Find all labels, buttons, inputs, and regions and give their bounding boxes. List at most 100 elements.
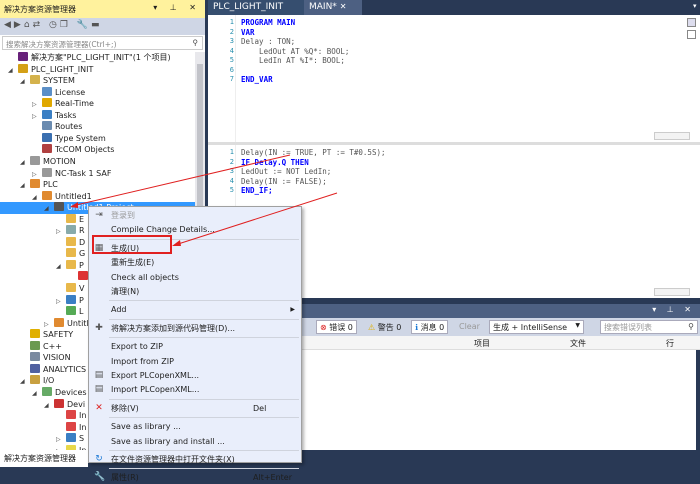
menu-item[interactable]: Import from ZIP <box>89 355 301 368</box>
panel-window-buttons[interactable]: ▾ ⊥ ✕ <box>652 305 695 314</box>
search-icon[interactable]: ⚲ <box>193 38 199 47</box>
tree-item[interactable]: ▷ Tasks <box>0 109 76 122</box>
forward-icon[interactable]: ▶ <box>14 20 24 30</box>
explorer-search-input[interactable]: 搜索解决方案资源管理器(Ctrl+;) ⚲ <box>2 36 203 50</box>
menu-item-label: 移除(V) <box>111 403 139 413</box>
code-line[interactable]: LedOut AT %Q*: BOOL; <box>241 47 349 56</box>
history-icon[interactable]: ◷ <box>49 20 60 30</box>
code-line[interactable]: END_IF; <box>241 186 273 195</box>
tree-item[interactable]: 解决方案"PLC_LIGHT_INIT"(1 个项目) <box>0 52 171 64</box>
tab-plc-light-init[interactable]: PLC_LIGHT_INIT <box>208 0 304 15</box>
menu-item[interactable]: 🔧 属性(R) Alt+Enter <box>89 471 301 484</box>
back-icon[interactable]: ◀ <box>4 20 14 30</box>
panel-window-buttons[interactable]: ▾ ⊥ ✕ <box>153 3 201 12</box>
errors-label: 错误 0 <box>329 323 353 332</box>
menu-item[interactable]: Check all objects <box>89 271 301 284</box>
tree-item[interactable]: ▷ R <box>0 225 85 237</box>
highlight-box <box>92 235 172 254</box>
code-line[interactable]: LedOut := NOT LedIn; <box>241 167 331 176</box>
menu-item[interactable]: ✚ 将解决方案添加到源代码管理(D)... <box>89 322 301 335</box>
menu-item[interactable]: ✕ 移除(V) Del <box>89 402 301 415</box>
search-placeholder: 搜索解决方案资源管理器(Ctrl+;) <box>6 40 117 49</box>
tree-item[interactable]: ▷ NC-Task 1 SAF <box>0 167 111 180</box>
code-line[interactable]: IF Delay.Q THEN <box>241 158 309 167</box>
tree-item[interactable]: ◢ I/O <box>0 375 54 387</box>
column-file[interactable]: 文件 <box>570 338 586 349</box>
tree-item[interactable]: C++ <box>0 340 62 353</box>
warnings-filter-button[interactable]: ⚠ 警告 0 <box>364 320 405 334</box>
preview-icon[interactable]: ▬ <box>91 20 103 30</box>
code-line[interactable]: END_VAR <box>241 75 273 84</box>
menu-item[interactable]: 清理(N) <box>89 285 301 298</box>
code-line[interactable]: Delay(IN := TRUE, PT := T#0.5S); <box>241 148 386 157</box>
tree-item[interactable]: TcCOM Objects <box>0 144 114 156</box>
column-line[interactable]: 行 <box>666 338 674 349</box>
error-search-input[interactable]: 搜索错误列表 ⚲ <box>600 320 698 334</box>
tab-main[interactable]: MAIN* ✕ <box>304 0 362 15</box>
tree-item[interactable]: V <box>0 283 84 295</box>
tree-item[interactable]: ▷ S <box>0 433 84 445</box>
tree-item[interactable]: ANALYTICS <box>0 363 87 376</box>
menu-item[interactable]: ▤ Export PLCopenXML... <box>89 369 301 382</box>
errors-filter-button[interactable]: ⊗ 错误 0 <box>316 320 357 334</box>
code-line[interactable]: Delay(IN := FALSE); <box>241 177 327 186</box>
tree-item[interactable]: ◢ MOTION <box>0 155 76 168</box>
zoom-control[interactable] <box>654 132 690 140</box>
tree-item[interactable]: L <box>0 306 83 318</box>
menu-item[interactable]: Export to ZIP <box>89 340 301 353</box>
tree-item[interactable]: ◢ P <box>0 259 84 272</box>
tree-item[interactable]: License <box>0 86 85 99</box>
table-view-icon[interactable] <box>687 30 696 39</box>
tree-item[interactable]: ◢ SYSTEM <box>0 75 75 87</box>
tree-item[interactable]: ◢ Devices <box>0 386 87 399</box>
tree-item[interactable]: ◢ PLC <box>0 179 58 191</box>
tree-item[interactable]: Type System <box>0 132 106 145</box>
menu-item[interactable]: ↻ 在文件资源管理器中打开文件夹(X) <box>89 453 301 466</box>
collapse-icon[interactable]: ❐ <box>60 20 71 30</box>
home-icon[interactable]: ⌂ <box>24 20 33 30</box>
line-number: 5 <box>229 56 234 64</box>
view-toggle-icon[interactable] <box>687 18 696 27</box>
tree-item[interactable]: In <box>0 421 86 434</box>
clear-button[interactable]: Clear <box>455 320 484 334</box>
tree-item[interactable]: E <box>0 213 84 226</box>
tree-node-icon <box>66 225 76 235</box>
tree-item[interactable]: Routes <box>0 121 82 133</box>
tab-solution-explorer[interactable]: 解决方案资源管理器 <box>0 450 88 467</box>
close-icon[interactable]: ✕ <box>340 2 347 11</box>
tree-item[interactable]: ▷ Untitled <box>0 317 99 330</box>
tree-item[interactable]: ◢ PLC_LIGHT_INIT <box>0 63 93 76</box>
code-line[interactable]: Delay : TON; <box>241 37 295 46</box>
menu-item[interactable]: Save as library ... <box>89 420 301 433</box>
tree-item-label: ANALYTICS <box>43 364 87 374</box>
sync-icon[interactable]: ⇄ <box>33 20 44 30</box>
tree-item[interactable] <box>0 271 91 283</box>
menu-item[interactable]: Save as library and install ... <box>89 435 301 448</box>
tree-item[interactable]: ▷ P <box>0 294 84 307</box>
tree-item[interactable]: In <box>0 410 86 422</box>
messages-filter-button[interactable]: ℹ 消息 0 <box>411 320 449 334</box>
tree-item[interactable]: G <box>0 248 85 260</box>
build-filter-dropdown[interactable]: 生成 + IntelliSense ▼ <box>489 320 584 334</box>
tree-node-icon <box>30 352 40 362</box>
code-line[interactable]: LedIn AT %I*: BOOL; <box>241 56 345 65</box>
tree-item[interactable]: D <box>0 236 85 249</box>
tree-item[interactable]: ▷ Real-Time <box>0 98 94 110</box>
properties-wrench-icon[interactable]: 🔧 <box>77 20 91 30</box>
declaration-pane[interactable]: 1 PROGRAM MAIN 2 VAR 3 Delay : TON; 4 LedOut A… <box>208 15 700 142</box>
menu-item[interactable]: 重新生成(E) <box>89 256 301 269</box>
code-line[interactable]: PROGRAM MAIN <box>241 18 295 27</box>
tree-item[interactable]: ◢ Devi <box>0 398 85 411</box>
tree-item[interactable]: ◢ Untitled1 <box>0 190 92 203</box>
column-project[interactable]: 项目 <box>474 338 490 349</box>
zoom-control[interactable] <box>654 288 690 296</box>
menu-item[interactable]: ▤ Import PLCopenXML... <box>89 383 301 396</box>
menu-item[interactable]: Add ▶ <box>89 303 301 316</box>
code-line[interactable]: VAR <box>241 28 255 37</box>
tree-item[interactable]: SAFETY <box>0 329 73 341</box>
tree-item[interactable]: VISION <box>0 352 71 364</box>
menu-item-label: Export PLCopenXML... <box>111 371 200 380</box>
tree-item-label: R <box>79 226 85 236</box>
tab-overflow-icon[interactable]: ▾ <box>688 0 700 15</box>
menu-item[interactable]: ⇥ 登录到 <box>89 209 301 222</box>
